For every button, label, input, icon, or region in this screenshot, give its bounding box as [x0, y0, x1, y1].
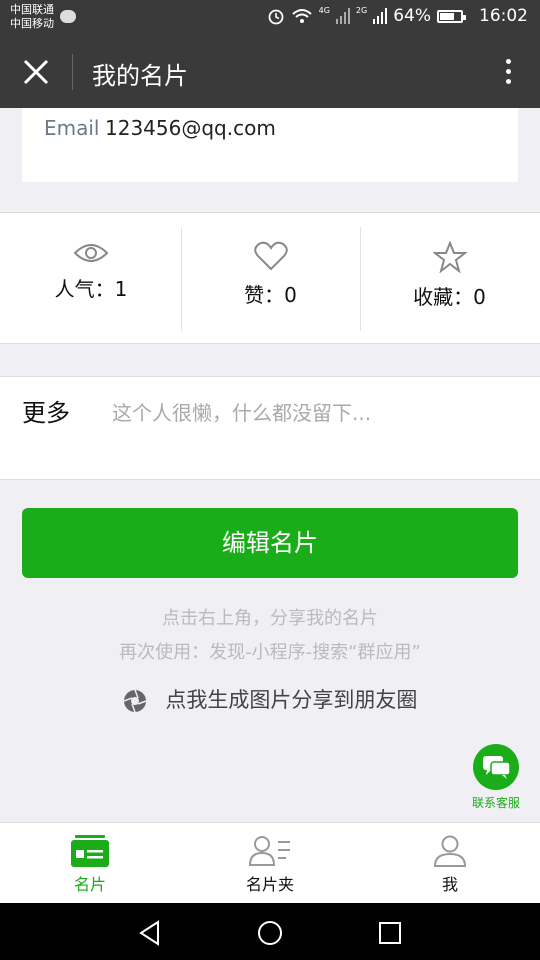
more-section[interactable]: 更多 这个人很懒，什么都没留下...	[0, 376, 540, 480]
customer-service-label: 联系客服	[471, 796, 520, 810]
signal-1-icon: 4G	[318, 5, 330, 15]
star-icon	[432, 241, 467, 273]
status-bar: 中国联通 中国移动 4G 2G 64% 16:02	[0, 0, 540, 36]
notification-chat-icon	[60, 10, 76, 23]
status-time: 16:02	[479, 6, 528, 26]
dot-icon	[505, 69, 511, 74]
dot-icon	[505, 59, 511, 64]
email-label: Email	[44, 116, 100, 140]
email-value: 123456@qq.com	[105, 116, 276, 140]
email-card: Email 123456@qq.com	[22, 108, 518, 182]
tab-bar: 名片 名片夹 我	[0, 822, 540, 903]
chat-icon	[473, 744, 519, 790]
stat-favorites-label: 收藏：0	[413, 285, 486, 309]
signal-bars-1-icon	[335, 8, 350, 24]
edit-card-button[interactable]: 编辑名片	[22, 508, 518, 578]
alarm-icon	[268, 9, 284, 25]
battery-icon	[437, 9, 466, 23]
tab-card-holder-label: 名片夹	[245, 875, 294, 894]
share-to-moments-button[interactable]: 点我生成图片分享到朋友圈	[0, 684, 540, 714]
eye-icon	[73, 244, 109, 262]
carrier-2: 中国移动	[10, 17, 54, 30]
stats-panel: 人气：1 赞：0 收藏：0	[0, 212, 540, 344]
dot-icon	[505, 79, 511, 84]
tab-card[interactable]: 名片	[0, 823, 180, 904]
stat-likes-label: 赞：0	[244, 283, 297, 307]
tab-card-label: 名片	[73, 875, 106, 894]
signal-2-icon: 2G	[355, 5, 368, 15]
reuse-hint: 再次使用：发现-小程序-搜索“群应用”	[119, 642, 421, 663]
stat-popularity-label: 人气：1	[54, 277, 128, 301]
stat-likes[interactable]: 赞：0	[181, 227, 359, 331]
share-label: 点我生成图片分享到朋友圈	[165, 688, 418, 712]
more-description: 这个人很懒，什么都没留下...	[112, 401, 372, 425]
title-divider	[72, 54, 73, 90]
more-options-button[interactable]	[502, 56, 514, 88]
title-bar: 我的名片	[0, 36, 540, 108]
customer-service-button[interactable]: 联系客服	[468, 744, 524, 811]
camera-aperture-icon	[123, 689, 146, 713]
heart-icon	[253, 241, 288, 271]
status-icons: 4G 2G 64% 16:02	[267, 6, 528, 26]
contacts-icon	[248, 836, 290, 866]
back-icon[interactable]	[136, 919, 164, 947]
wifi-icon	[291, 9, 312, 23]
home-icon[interactable]	[256, 919, 284, 947]
tab-me-label: 我	[441, 875, 458, 894]
close-button[interactable]	[20, 56, 52, 88]
card-icon	[71, 835, 109, 867]
carrier-1: 中国联通	[10, 3, 54, 16]
stat-favorites[interactable]: 收藏：0	[360, 227, 538, 331]
more-label: 更多	[22, 399, 70, 427]
battery-percent: 64%	[393, 6, 431, 26]
share-hint: 点击右上角，分享我的名片	[162, 608, 378, 629]
carrier-info: 中国联通 中国移动	[10, 3, 54, 31]
recent-apps-icon[interactable]	[376, 919, 404, 947]
person-icon	[433, 835, 467, 867]
stat-popularity[interactable]: 人气：1	[2, 227, 180, 331]
tab-me[interactable]: 我	[360, 823, 540, 904]
signal-bars-2-icon	[373, 8, 388, 24]
page-title: 我的名片	[92, 62, 188, 90]
tab-card-holder[interactable]: 名片夹	[180, 823, 360, 904]
system-nav-bar	[0, 903, 540, 960]
